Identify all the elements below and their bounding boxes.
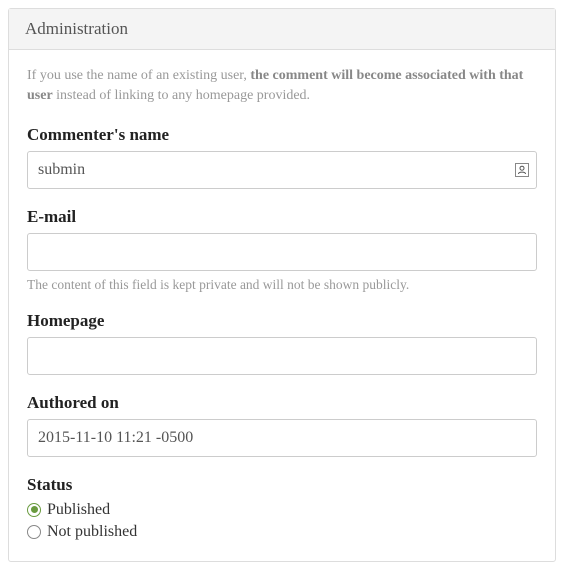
help-text-pre: If you use the name of an existing user,: [27, 68, 250, 83]
contact-card-icon[interactable]: [515, 163, 529, 177]
radio-not-published[interactable]: Not published: [27, 523, 537, 541]
field-commenter-name: Commenter's name: [27, 125, 537, 189]
field-authored-on: Authored on: [27, 393, 537, 457]
help-text: If you use the name of an existing user,…: [27, 66, 537, 107]
panel-body: If you use the name of an existing user,…: [9, 50, 555, 561]
radio-not-published-label: Not published: [47, 523, 137, 541]
email-description: The content of this field is kept privat…: [27, 277, 537, 293]
help-text-post: instead of linking to any homepage provi…: [53, 88, 310, 103]
email-input[interactable]: [27, 233, 537, 271]
field-email: E-mail The content of this field is kept…: [27, 207, 537, 293]
radio-inner-icon: [31, 506, 38, 513]
radio-dot-icon: [27, 503, 41, 517]
field-status: Status Published Not published: [27, 475, 537, 541]
label-authored-on: Authored on: [27, 393, 537, 413]
label-homepage: Homepage: [27, 311, 537, 331]
radio-dot-icon: [27, 525, 41, 539]
administration-panel: Administration If you use the name of an…: [8, 8, 556, 562]
panel-title: Administration: [9, 9, 555, 50]
authored-on-input[interactable]: [27, 419, 537, 457]
commenter-name-input[interactable]: [27, 151, 537, 189]
label-commenter-name: Commenter's name: [27, 125, 537, 145]
field-homepage: Homepage: [27, 311, 537, 375]
label-status: Status: [27, 475, 537, 495]
radio-published[interactable]: Published: [27, 501, 537, 519]
label-email: E-mail: [27, 207, 537, 227]
homepage-input[interactable]: [27, 337, 537, 375]
input-wrap-name: [27, 151, 537, 189]
radio-published-label: Published: [47, 501, 110, 519]
